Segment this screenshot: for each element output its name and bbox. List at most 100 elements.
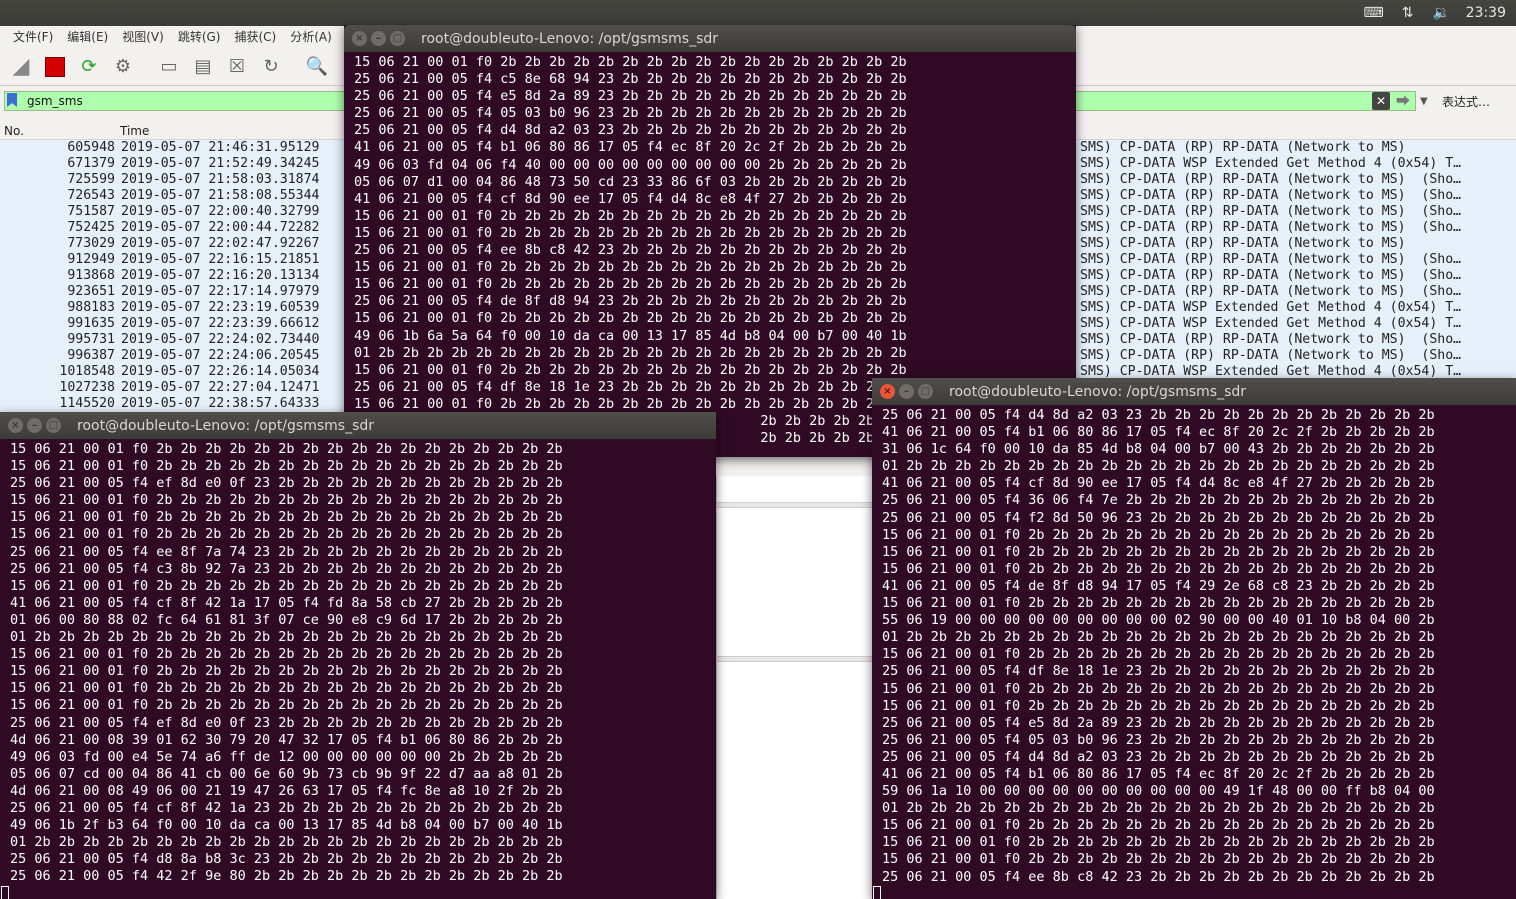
packet-number: 773029 [67,236,115,251]
packet-info: SMS) CP-DATA WSP Extended Get Method 4 (… [1080,156,1462,171]
reload-file-button[interactable]: ↻ [256,52,286,82]
open-file-button[interactable]: ▭ [154,52,184,82]
expression-button[interactable]: 表达式… [1442,93,1512,110]
packet-info: SMS) CP-DATA (RP) RP-DATA (Network to MS… [1080,332,1462,347]
terminal-line: 01 2b 2b 2b 2b 2b 2b 2b 2b 2b 2b 2b 2b 2… [882,458,1435,475]
terminal-line: 15 06 21 00 01 f0 2b 2b 2b 2b 2b 2b 2b 2… [10,663,563,680]
terminal-line: 15 06 21 00 01 f0 2b 2b 2b 2b 2b 2b 2b 2… [10,458,563,475]
shark-fin-icon: ◢ [12,54,30,79]
packet-info: SMS) CP-DATA WSP Extended Get Method 4 (… [1080,316,1462,331]
packet-time: 2019-05-07 22:24:02.73440 [121,332,320,347]
terminal-line: 15 06 21 00 01 f0 2b 2b 2b 2b 2b 2b 2b 2… [882,680,1435,697]
close-file-button[interactable]: ☒ [222,52,252,82]
terminal-line: 15 06 21 00 01 f0 2b 2b 2b 2b 2b 2b 2b 2… [354,224,907,241]
menu-item[interactable]: 分析(A) [283,26,339,46]
terminal-output[interactable]: 25 06 21 00 05 f4 d4 8d a2 03 23 2b 2b 2… [872,405,1516,899]
network-icon[interactable]: ⇅ [1398,4,1418,22]
terminal-line: 25 06 21 00 05 f4 ee 8f 7a 74 23 2b 2b 2… [10,543,563,560]
packet-number: 751587 [67,204,115,219]
top-panel: ⌨ ⇅ 🔉 23:39 [0,0,1516,26]
start-capture-button[interactable]: ◢ [6,52,36,82]
terminal-line: 25 06 21 00 05 f4 cf 8f 42 1a 23 2b 2b 2… [10,799,563,816]
column-header-time[interactable]: Time [120,124,149,138]
terminal-line: 25 06 21 00 05 f4 ee 8b c8 42 23 2b 2b 2… [354,242,907,259]
terminal-line: 15 06 21 00 01 f0 2b 2b 2b 2b 2b 2b 2b 2… [882,851,1435,868]
close-icon[interactable]: × [880,384,895,399]
packet-number: 726543 [67,188,115,203]
pane-splitter[interactable] [717,502,874,508]
packet-number: 988183 [67,300,115,315]
terminal-titlebar[interactable]: × – □ root@doubleuto-Lenovo: /opt/gsmsms… [872,378,1516,405]
volume-icon[interactable]: 🔉 [1432,4,1452,22]
menu-item[interactable]: 视图(V) [115,26,171,46]
reload-icon: ↻ [263,56,279,77]
restart-capture-button[interactable]: ⟳ [74,52,104,82]
terminal-line: 01 2b 2b 2b 2b 2b 2b 2b 2b 2b 2b 2b 2b 2… [10,834,563,851]
minimize-icon[interactable]: – [27,418,42,433]
find-packet-button[interactable]: 🔍 [302,52,332,82]
terminal-title: root@doubleuto-Lenovo: /opt/gsmsms_sdr [421,30,719,47]
terminal-line: 15 06 21 00 01 f0 2b 2b 2b 2b 2b 2b 2b 2… [10,680,563,697]
terminal-line: 01 2b 2b 2b 2b 2b 2b 2b 2b 2b 2b 2b 2b 2… [882,629,1435,646]
terminal-line: 15 06 21 00 01 f0 2b 2b 2b 2b 2b 2b 2b 2… [354,259,907,276]
menu-item[interactable]: 文件(F) [6,26,60,46]
terminal-cursor [1,885,9,899]
terminal-line: 01 06 00 80 88 02 fc 64 61 81 3f 07 ce 9… [10,611,563,628]
capture-options-button[interactable]: ⚙ [108,52,138,82]
packet-number: 1018548 [59,364,115,379]
save-file-button[interactable]: ▤ [188,52,218,82]
packet-details-pane [716,476,874,899]
packet-info: SMS) CP-DATA (RP) RP-DATA (Network to MS… [1080,348,1462,363]
terminal-line: 25 06 21 00 05 f4 42 2f 9e 80 2b 2b 2b 2… [10,868,563,885]
keyboard-icon[interactable]: ⌨ [1364,4,1384,22]
packet-info: SMS) CP-DATA (RP) RP-DATA (Network to MS… [1080,220,1462,235]
close-icon[interactable]: × [352,31,367,46]
menu-item[interactable]: 捕获(C) [227,26,283,46]
clear-filter-icon[interactable]: ✕ [1372,92,1390,110]
terminal-line: 25 06 21 00 05 f4 c5 8e 68 94 23 2b 2b 2… [354,71,907,88]
clock[interactable]: 23:39 [1466,5,1506,21]
menu-item[interactable]: 跳转(G) [171,26,228,46]
packet-time: 2019-05-07 22:24:06.20545 [121,348,320,363]
packet-time: 2019-05-07 22:02:47.92267 [121,236,320,251]
terminal-line: 01 2b 2b 2b 2b 2b 2b 2b 2b 2b 2b 2b 2b 2… [10,629,563,646]
maximize-icon[interactable]: □ [390,31,405,46]
packet-time: 2019-05-07 21:58:03.31874 [121,172,320,187]
maximize-icon[interactable]: □ [46,418,61,433]
terminal-titlebar[interactable]: × – □ root@doubleuto-Lenovo: /opt/gsmsms… [0,412,716,439]
terminal-line: 15 06 21 00 01 f0 2b 2b 2b 2b 2b 2b 2b 2… [354,310,907,327]
terminal-line: 15 06 21 00 01 f0 2b 2b 2b 2b 2b 2b 2b 2… [354,361,907,378]
close-icon[interactable]: × [8,418,23,433]
toolbar-separator [142,52,150,82]
column-header-no[interactable]: No. [4,124,24,138]
terminal-line: 05 06 07 cd 00 04 86 41 cb 00 6e 60 9b 7… [10,765,563,782]
terminal-line: 41 06 21 00 05 f4 b1 06 80 86 17 05 f4 e… [354,139,907,156]
chevron-down-icon[interactable]: ▼ [1420,96,1434,107]
terminal-line: 15 06 21 00 01 f0 2b 2b 2b 2b 2b 2b 2b 2… [354,54,907,70]
terminal-output[interactable]: 15 06 21 00 01 f0 2b 2b 2b 2b 2b 2b 2b 2… [0,439,716,899]
terminal-line: 25 06 21 00 05 f4 ee 8b c8 42 23 2b 2b 2… [882,868,1435,885]
terminal-titlebar[interactable]: × – □ root@doubleuto-Lenovo: /opt/gsmsms… [344,25,1076,52]
terminal-line: 15 06 21 00 01 f0 2b 2b 2b 2b 2b 2b 2b 2… [882,834,1435,851]
pane-splitter[interactable] [717,656,874,662]
system-tray: ⌨ ⇅ 🔉 23:39 [1364,0,1506,26]
close-file-icon: ☒ [228,56,246,77]
terminal-line: 49 06 1b 6a 5a 64 f0 00 10 da ca 00 13 1… [354,327,907,344]
packet-number: 996387 [67,348,115,363]
stop-capture-button[interactable] [40,52,70,82]
packet-info: SMS) CP-DATA WSP Extended Get Method 4 (… [1080,300,1462,315]
maximize-icon[interactable]: □ [918,384,933,399]
terminal-line: 15 06 21 00 01 f0 2b 2b 2b 2b 2b 2b 2b 2… [882,560,1435,577]
packet-time: 2019-05-07 21:58:08.55344 [121,188,320,203]
packet-number: 1145520 [59,396,115,411]
minimize-icon[interactable]: – [371,31,386,46]
packet-number: 995731 [67,332,115,347]
terminal-window-right: × – □ root@doubleuto-Lenovo: /opt/gsmsms… [872,378,1516,899]
terminal-line: 15 06 21 00 01 f0 2b 2b 2b 2b 2b 2b 2b 2… [882,543,1435,560]
minimize-icon[interactable]: – [899,384,914,399]
packet-number: 725599 [67,172,115,187]
packet-number: 752425 [67,220,115,235]
menu-item[interactable]: 编辑(E) [60,26,115,46]
terminal-line: 15 06 21 00 01 f0 2b 2b 2b 2b 2b 2b 2b 2… [882,817,1435,834]
apply-filter-icon[interactable]: ⮕ [1392,92,1414,110]
